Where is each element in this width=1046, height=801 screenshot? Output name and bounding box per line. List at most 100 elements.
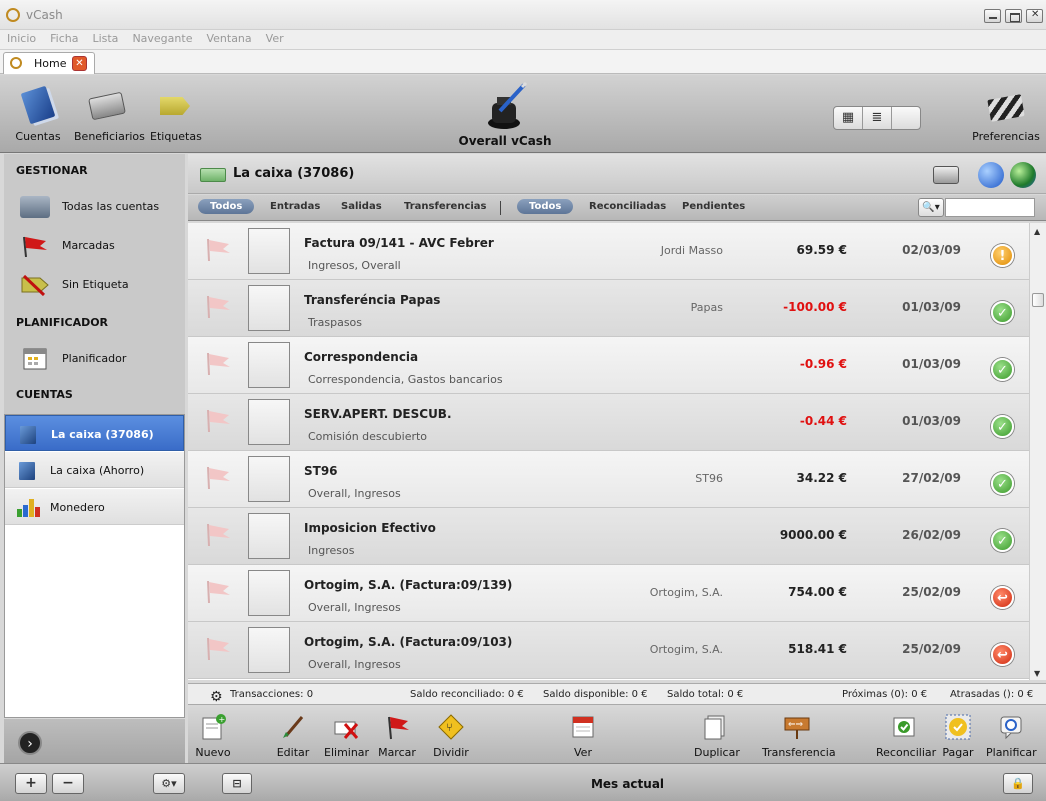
sidebar-item-sin-etiqueta[interactable]: Sin Etiqueta <box>4 266 185 304</box>
receipt-thumbnail[interactable] <box>248 627 290 673</box>
filter-pendientes[interactable]: Pendientes <box>682 201 745 212</box>
undo-arrow-icon[interactable]: ↩ <box>991 586 1014 609</box>
inkwell-icon <box>488 81 528 129</box>
vcash-icon <box>10 57 22 69</box>
archive-icon[interactable]: ⊟ <box>222 773 252 794</box>
filter-transferencias[interactable]: Transferencias <box>404 201 487 212</box>
table-row[interactable]: ST96 Overall, Ingresos ST96 34.22 € 27/02/09… <box>188 451 1029 508</box>
new-transaction-icon: + <box>202 714 226 740</box>
sidebar-item-todas[interactable]: Todas las cuentas <box>4 188 185 226</box>
menu-navegante[interactable]: Navegante <box>125 30 199 47</box>
check-icon[interactable]: ✓ <box>991 472 1014 495</box>
tag-icon <box>160 97 190 115</box>
globe-green-icon[interactable] <box>1010 162 1036 188</box>
filter-entradas[interactable]: Entradas <box>270 201 320 212</box>
flag-icon[interactable] <box>202 636 232 660</box>
transaction-amount: 518.41 € <box>788 642 847 656</box>
tab-bar: Home ✕ <box>0 50 1046 74</box>
check-icon[interactable]: ✓ <box>991 415 1014 438</box>
transaction-payee: Jordi Masso <box>660 244 723 257</box>
menu-ventana[interactable]: Ventana <box>199 30 258 47</box>
receipt-thumbnail[interactable] <box>248 570 290 616</box>
flag-icon[interactable] <box>202 579 232 603</box>
menu-ficha[interactable]: Ficha <box>43 30 85 47</box>
table-row[interactable]: Transferéncia Papas Traspasos Papas -100.00… <box>188 280 1029 337</box>
gear-icon[interactable]: ⚙ <box>210 689 223 705</box>
table-row[interactable]: Factura 09/141 - AVC Febrer Ingresos, Ove… <box>188 223 1029 280</box>
receipt-thumbnail[interactable] <box>248 342 290 388</box>
remove-account-button[interactable]: − <box>52 773 84 794</box>
split-sign-icon: ⑂ <box>438 714 464 740</box>
clapboard-icon <box>987 94 1025 122</box>
table-row[interactable]: Correspondencia Correspondencia, Gastos b… <box>188 337 1029 394</box>
account-item-monedero[interactable]: Monedero <box>5 489 184 525</box>
filter-status-todos[interactable]: Todos <box>517 199 574 214</box>
view-rows-button[interactable]: ☰ <box>834 129 863 130</box>
maximize-button[interactable] <box>1005 9 1022 23</box>
tab-home[interactable]: Home ✕ <box>3 52 95 74</box>
minimize-button[interactable] <box>984 9 1001 23</box>
dividir-label: Dividir <box>433 746 469 759</box>
undo-arrow-icon[interactable]: ↩ <box>991 643 1014 666</box>
table-row[interactable]: Ortogim, S.A. (Factura:09/103) Overall, I… <box>188 622 1029 679</box>
transacciones-count: Transacciones: 0 <box>230 689 314 700</box>
receipt-thumbnail[interactable] <box>248 285 290 331</box>
menu-inicio[interactable]: Inicio <box>0 30 43 47</box>
transaction-category: Ingresos <box>308 544 355 557</box>
table-row[interactable]: Ortogim, S.A. (Factura:09/139) Overall, I… <box>188 565 1029 622</box>
flag-icon[interactable] <box>202 351 232 375</box>
scrollbar[interactable]: ▲ ▼ <box>1029 223 1046 680</box>
flag-icon[interactable] <box>202 522 232 546</box>
check-icon[interactable]: ✓ <box>991 301 1014 324</box>
flag-icon[interactable] <box>202 237 232 261</box>
transaction-amount: -0.44 € <box>799 414 847 428</box>
view-detail-button[interactable]: ▦ <box>834 107 863 129</box>
receipt-thumbnail[interactable] <box>248 513 290 559</box>
editar-label: Editar <box>276 746 310 759</box>
table-row[interactable]: SERV.APERT. DESCUB. Comisión descubierto -… <box>188 394 1029 451</box>
filter-type-todos[interactable]: Todos <box>198 199 255 214</box>
sidebar-item-planificador[interactable]: Planificador <box>4 340 185 378</box>
navigate-arrow-icon[interactable]: › <box>18 731 42 755</box>
filter-salidas[interactable]: Salidas <box>341 201 382 212</box>
drawer-icon <box>20 196 50 218</box>
sidebar-item-label: Todas las cuentas <box>62 200 160 213</box>
scroll-down-icon[interactable]: ▼ <box>1034 669 1040 678</box>
add-account-button[interactable]: + <box>15 773 47 794</box>
lock-icon[interactable]: 🔒 <box>1003 773 1033 794</box>
transaction-date: 01/03/09 <box>902 357 961 371</box>
search-icon[interactable]: 🔍▾ <box>918 198 944 217</box>
printer-icon[interactable] <box>933 166 959 184</box>
flag-icon[interactable] <box>202 294 232 318</box>
scroll-up-icon[interactable]: ▲ <box>1034 227 1040 236</box>
search-input[interactable] <box>945 198 1035 217</box>
transaction-category: Overall, Ingresos <box>308 658 401 671</box>
scroll-thumb[interactable] <box>1032 293 1044 307</box>
atrasadas: Atrasadas (): 0 € <box>950 689 1034 700</box>
receipt-thumbnail[interactable] <box>248 456 290 502</box>
check-icon[interactable]: ✓ <box>991 358 1014 381</box>
menu-ver[interactable]: Ver <box>259 30 291 47</box>
period-label[interactable]: Mes actual <box>560 777 695 791</box>
menu-lista[interactable]: Lista <box>85 30 125 47</box>
transfer-sign-icon: ⇐⇒ <box>784 717 810 739</box>
table-row[interactable]: Imposicion Efectivo Ingresos 9000.00 € 26/0… <box>188 508 1029 565</box>
account-item-la-caixa-37086[interactable]: La caixa (37086) <box>5 415 184 451</box>
filter-reconciliadas[interactable]: Reconciliadas <box>589 201 666 212</box>
transferencia-label: Transferencia <box>762 746 836 759</box>
sidebar-item-marcadas[interactable]: Marcadas <box>4 227 185 265</box>
receipt-thumbnail[interactable] <box>248 228 290 274</box>
flag-icon[interactable] <box>202 465 232 489</box>
flag-icon[interactable] <box>202 408 232 432</box>
globe-blue-icon[interactable] <box>978 162 1004 188</box>
gear-menu-button[interactable]: ⚙▾ <box>153 773 185 794</box>
close-icon[interactable]: ✕ <box>72 56 87 71</box>
account-item-la-caixa-ahorro[interactable]: La caixa (Ahorro) <box>5 452 184 488</box>
saldo-disponible: Saldo disponible: 0 € <box>543 689 648 700</box>
receipt-thumbnail[interactable] <box>248 399 290 445</box>
close-window-button[interactable] <box>1026 9 1043 23</box>
warning-icon[interactable]: ! <box>991 244 1014 267</box>
sidebar-footer: › <box>4 719 185 763</box>
check-icon[interactable]: ✓ <box>991 529 1014 552</box>
view-list-button[interactable]: ≣ <box>863 107 892 129</box>
